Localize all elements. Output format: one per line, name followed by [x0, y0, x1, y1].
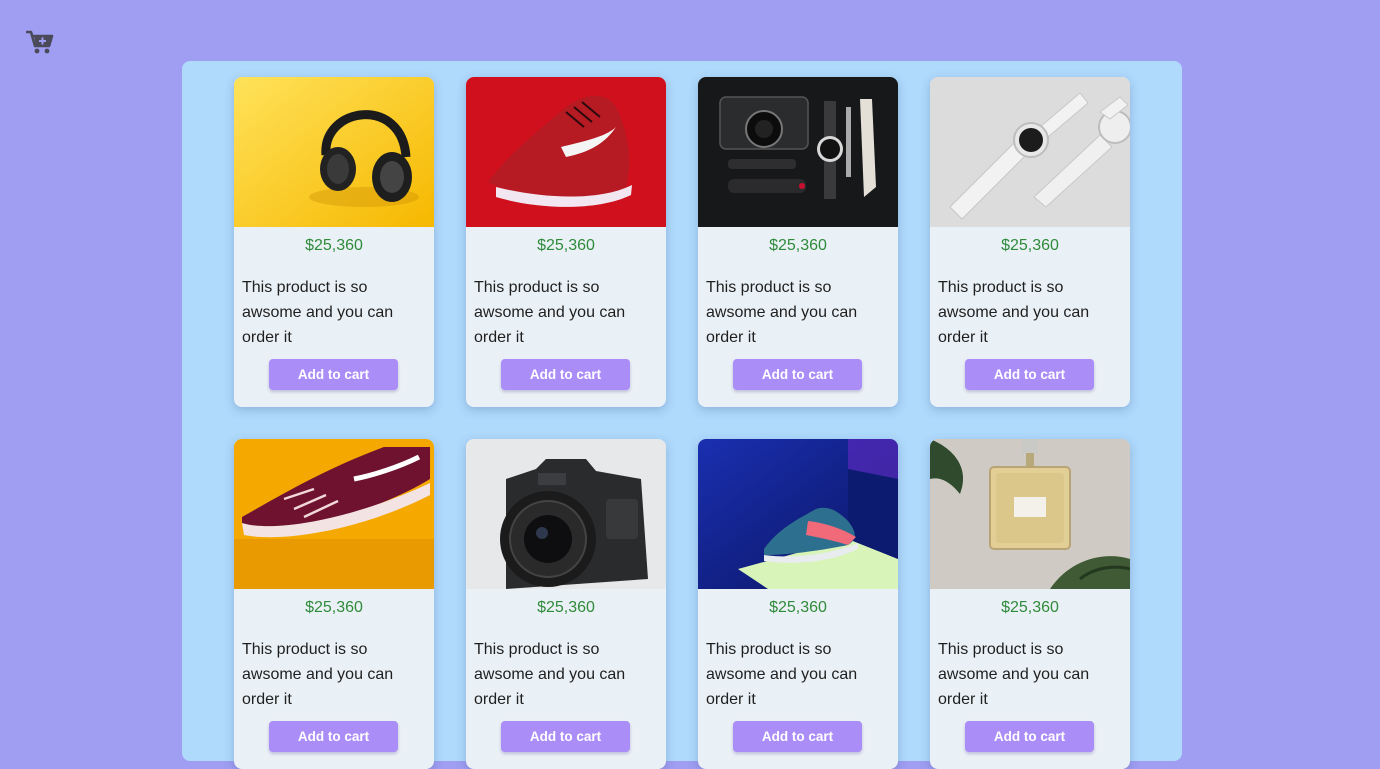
product-description: This product is so awsome and you can or… — [938, 279, 1090, 346]
add-to-cart-button[interactable]: Add to cart — [501, 721, 630, 752]
product-price: $25,360 — [769, 237, 827, 254]
product-description: This product is so awsome and you can or… — [242, 279, 394, 346]
product-image-dslr-camera[interactable] — [466, 439, 666, 589]
product-image-perfume[interactable] — [930, 439, 1130, 589]
product-image-smartwatch[interactable] — [930, 77, 1130, 227]
product-price: $25,360 — [537, 599, 595, 616]
product-card: $25,360 This product is so awsome and yo… — [698, 77, 898, 407]
product-price: $25,360 — [537, 237, 595, 254]
add-to-cart-button[interactable]: Add to cart — [965, 721, 1094, 752]
product-price: $25,360 — [1001, 599, 1059, 616]
product-description: This product is so awsome and you can or… — [706, 641, 858, 708]
product-card: $25,360 This product is so awsome and yo… — [234, 77, 434, 407]
product-image-sneaker-pedestal[interactable] — [698, 439, 898, 589]
product-card: $25,360 This product is so awsome and yo… — [930, 77, 1130, 407]
product-price: $25,360 — [1001, 237, 1059, 254]
add-to-cart-button[interactable]: Add to cart — [733, 721, 862, 752]
add-to-cart-button[interactable]: Add to cart — [733, 359, 862, 390]
product-description: This product is so awsome and you can or… — [474, 641, 626, 708]
product-image-red-sneaker[interactable] — [466, 77, 666, 227]
product-card: $25,360 This product is so awsome and yo… — [698, 439, 898, 769]
product-description: This product is so awsome and you can or… — [706, 279, 858, 346]
shopping-cart-add-icon[interactable] — [25, 29, 54, 55]
products-panel: $25,360 This product is so awsome and yo… — [182, 61, 1182, 769]
product-image-camera-flatlay[interactable] — [698, 77, 898, 227]
product-description: This product is so awsome and you can or… — [242, 641, 394, 708]
product-card: $25,360 This product is so awsome and yo… — [466, 77, 666, 407]
add-to-cart-button[interactable]: Add to cart — [269, 359, 398, 390]
product-description: This product is so awsome and you can or… — [474, 279, 626, 346]
product-description: This product is so awsome and you can or… — [938, 641, 1090, 708]
product-image-headphones[interactable] — [234, 77, 434, 227]
product-price: $25,360 — [305, 599, 363, 616]
product-card: $25,360 This product is so awsome and yo… — [930, 439, 1130, 769]
product-price: $25,360 — [305, 237, 363, 254]
add-to-cart-button[interactable]: Add to cart — [965, 359, 1094, 390]
product-price: $25,360 — [769, 599, 827, 616]
add-to-cart-button[interactable]: Add to cart — [269, 721, 398, 752]
product-image-skate-shoe[interactable] — [234, 439, 434, 589]
product-grid: $25,360 This product is so awsome and yo… — [234, 77, 1130, 769]
product-card: $25,360 This product is so awsome and yo… — [466, 439, 666, 769]
product-card: $25,360 This product is so awsome and yo… — [234, 439, 434, 769]
add-to-cart-button[interactable]: Add to cart — [501, 359, 630, 390]
